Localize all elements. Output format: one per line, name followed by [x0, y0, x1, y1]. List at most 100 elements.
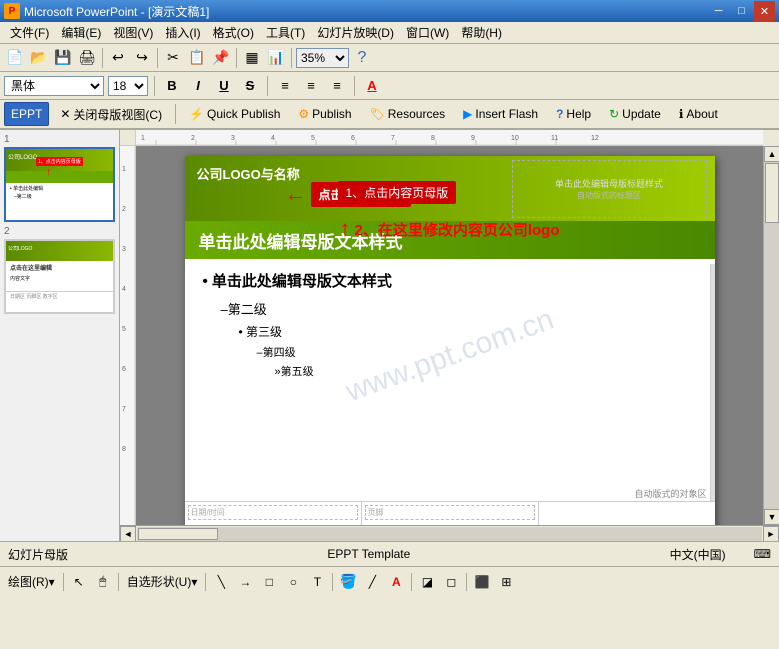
insert-table[interactable]: ▦ [241, 47, 263, 69]
draw-sep4 [332, 573, 333, 591]
vertical-scrollbar[interactable]: ▲ ▼ [763, 146, 779, 525]
maximize-button[interactable]: □ [731, 1, 752, 22]
window-controls[interactable]: ─ □ ✕ [708, 1, 775, 22]
footer-number: 数字区 [539, 502, 715, 525]
bullet3: • 第三级 [239, 323, 687, 340]
align-left[interactable]: ≡ [274, 76, 296, 96]
new-button[interactable]: 📄 [4, 47, 26, 69]
svg-text:4: 4 [271, 135, 275, 142]
rect-tool[interactable]: □ [258, 571, 280, 593]
svg-text:6: 6 [351, 135, 355, 142]
print-button[interactable]: 🖨 [76, 47, 98, 69]
window-title: Microsoft PowerPoint - [演示文稿1] [24, 3, 704, 20]
svg-text:6: 6 [122, 366, 126, 373]
menu-bar: 文件(F) 编辑(E) 视图(V) 插入(I) 格式(O) 工具(T) 幻灯片放… [0, 22, 779, 44]
scroll-thumb-h[interactable] [138, 528, 218, 540]
autoshape-label[interactable]: 自选形状(U)▾ [123, 571, 202, 592]
align-center[interactable]: ≡ [300, 76, 322, 96]
quick-publish-button[interactable]: ⚡ Quick Publish [182, 102, 287, 126]
close-button[interactable]: ✕ [754, 1, 775, 22]
align-right[interactable]: ≡ [326, 76, 348, 96]
menu-help[interactable]: 帮助(H) [455, 22, 508, 43]
scroll-right-button[interactable]: ► [763, 526, 779, 542]
insert-flash-button[interactable]: ▶ Insert Flash [456, 102, 545, 126]
redo-button[interactable]: ↪ [131, 47, 153, 69]
bullet1: • 单击此处编辑母版文本样式 [203, 270, 687, 291]
paste-button[interactable]: 📌 [210, 47, 232, 69]
scroll-track-h[interactable] [137, 527, 762, 541]
scroll-up-button[interactable]: ▲ [764, 146, 779, 162]
font-size-select[interactable]: 18 [108, 76, 148, 96]
menu-file[interactable]: 文件(F) [4, 22, 55, 43]
select-tool[interactable]: 🖱 [92, 571, 114, 593]
3d-tool[interactable]: ◻ [440, 571, 462, 593]
horizontal-scrollbar[interactable]: ◄ ► [120, 525, 779, 541]
zoom-select[interactable]: 35% 50% 75% 100% [296, 48, 349, 68]
italic-button[interactable]: I [187, 76, 209, 96]
svg-text:2: 2 [122, 206, 126, 213]
minimize-button[interactable]: ─ [708, 1, 729, 22]
line-color-tool[interactable]: ╱ [361, 571, 383, 593]
draw-toolbar: 绘图(R)▾ ↖ 🖱 自选形状(U)▾ ╲ → □ ○ T 🪣 ╱ A ◪ ◻ … [0, 566, 779, 596]
slide-canvas[interactable]: 公司LOGO与名称 单击此处编辑母版标题样式 自动版式的标题区 ← 点击内容页母… [185, 156, 715, 525]
cut-button[interactable]: ✂ [162, 47, 184, 69]
ellipse-tool[interactable]: ○ [282, 571, 304, 593]
update-button[interactable]: ↻ Update [602, 102, 668, 126]
footer-date: 日期/时间 日期区 [185, 502, 362, 525]
insert-chart[interactable]: 📊 [265, 47, 287, 69]
svg-text:5: 5 [122, 326, 126, 333]
svg-text:12: 12 [591, 135, 599, 142]
footer-footer: 页脚 页脚区 [362, 502, 539, 525]
plugin-sep1 [175, 104, 176, 124]
textbox-tool[interactable]: T [306, 571, 328, 593]
menu-slideshow[interactable]: 幻灯片放映(D) [311, 22, 400, 43]
help-plugin-button[interactable]: ? Help [549, 102, 598, 126]
shadow-tool[interactable]: ◪ [416, 571, 438, 593]
menu-insert[interactable]: 插入(I) [159, 22, 206, 43]
copy-button[interactable]: 📋 [186, 47, 208, 69]
eppt-button[interactable]: EPPT [4, 102, 49, 126]
slide-thumb-1[interactable]: 1 公司LOGO • 单击此处编辑 –第二级 1、点击内容页母版 ↑ [4, 134, 115, 222]
title-bar: P Microsoft PowerPoint - [演示文稿1] ─ □ ✕ [0, 0, 779, 22]
about-button[interactable]: ℹ About [672, 102, 725, 126]
scroll-down-button[interactable]: ▼ [764, 509, 779, 525]
svg-text:3: 3 [231, 135, 235, 142]
font-color-button[interactable]: A [361, 76, 383, 96]
group-tool[interactable]: ⊞ [495, 571, 517, 593]
undo-button[interactable]: ↩ [107, 47, 129, 69]
menu-format[interactable]: 格式(O) [207, 22, 260, 43]
language-status: 中文(中国) [670, 546, 726, 563]
bullet4: –第四级 [257, 344, 687, 360]
ruler-vertical: 1 2 3 4 5 6 7 8 [120, 146, 136, 525]
footer-footer-label: 页脚 [365, 505, 535, 520]
strikethrough-button[interactable]: S [239, 76, 261, 96]
resources-button[interactable]: 🏷 Resources [363, 102, 453, 126]
update-icon: ↻ [609, 107, 619, 121]
draw-label[interactable]: 绘图(R)▾ [4, 571, 59, 592]
menu-view[interactable]: 视图(V) [107, 22, 159, 43]
arrow-draw-tool[interactable]: → [234, 571, 256, 593]
open-button[interactable]: 📂 [28, 47, 50, 69]
menu-edit[interactable]: 编辑(E) [55, 22, 107, 43]
align-tool[interactable]: ⬛ [471, 571, 493, 593]
line-tool[interactable]: ╲ [210, 571, 232, 593]
scroll-track-v[interactable] [764, 162, 779, 509]
insert-flash-icon: ▶ [463, 107, 472, 121]
scroll-left-button[interactable]: ◄ [120, 526, 136, 542]
font-family-select[interactable]: 黑体 [4, 76, 104, 96]
slide-thumb-2[interactable]: 2 公司LOGO 点击在这里编辑 内容文字 日期区 页脚区 数字区 [4, 226, 115, 314]
font-color-tool[interactable]: A [385, 571, 407, 593]
ruler-corner [120, 130, 136, 146]
scroll-thumb-v[interactable] [765, 163, 779, 223]
bold-button[interactable]: B [161, 76, 183, 96]
save-button[interactable]: 💾 [52, 47, 74, 69]
menu-window[interactable]: 窗口(W) [400, 22, 455, 43]
publish-icon: ⚙ [298, 107, 309, 121]
menu-tools[interactable]: 工具(T) [260, 22, 311, 43]
fill-color-tool[interactable]: 🪣 [337, 571, 359, 593]
publish-button[interactable]: ⚙ Publish [291, 102, 358, 126]
arrow-tool[interactable]: ↖ [68, 571, 90, 593]
help-button[interactable]: ? [351, 47, 373, 69]
underline-button[interactable]: U [213, 76, 235, 96]
close-master-button[interactable]: ✕ 关闭母版视图(C) [53, 102, 169, 126]
